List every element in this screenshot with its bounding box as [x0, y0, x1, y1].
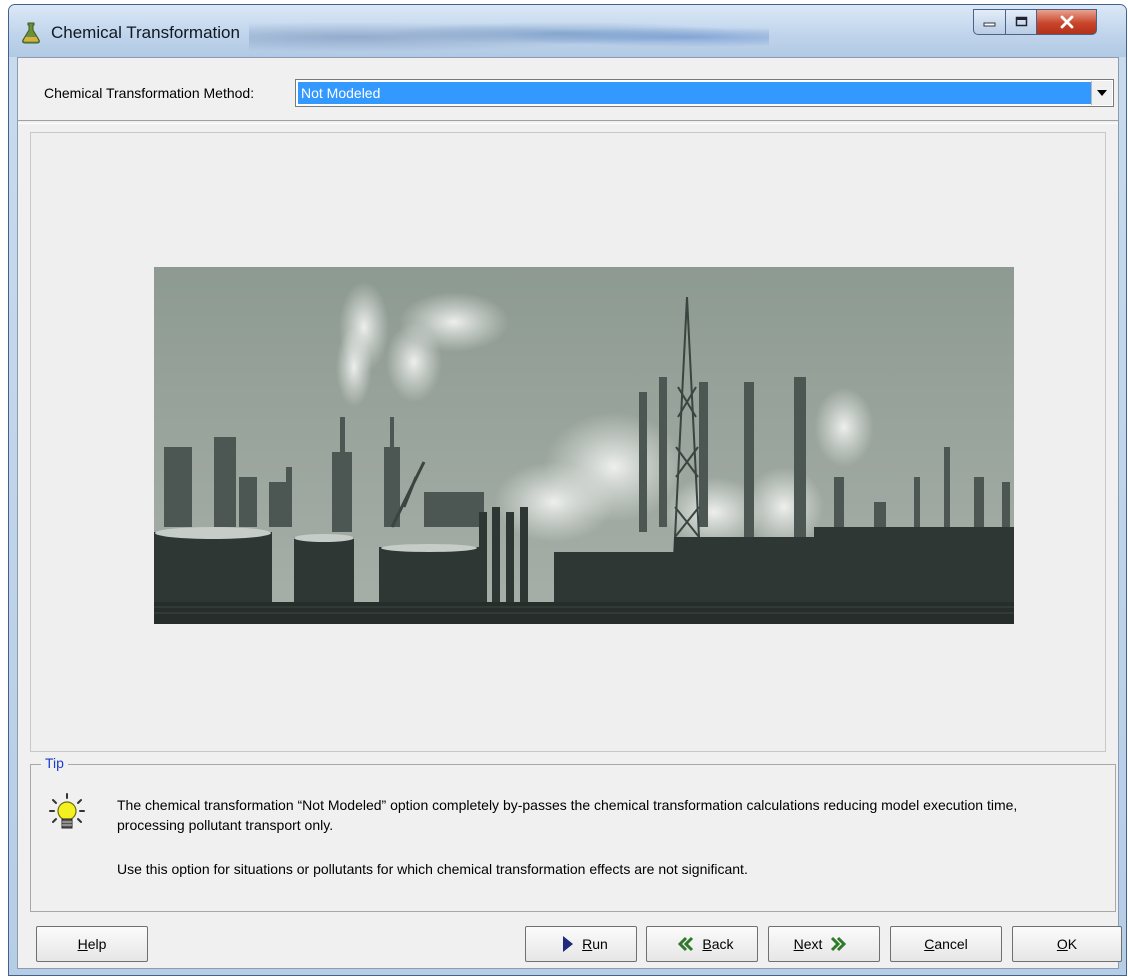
tip-legend: Tip — [41, 755, 68, 771]
tip-text-description: The chemical transformation “Not Modeled… — [117, 797, 1018, 833]
maximize-icon — [1015, 16, 1027, 27]
tip-groupbox: Tip The chemical transformation “Not Mod… — [30, 755, 1116, 912]
play-icon — [563, 936, 574, 952]
title-bar[interactable]: Chemical Transformation — [9, 5, 1126, 57]
help-button-label: Help — [77, 936, 107, 952]
industrial-refinery-photo — [154, 267, 1014, 624]
tip-text-usage: Use this option for situations or pollut… — [117, 861, 748, 877]
ok-button[interactable]: OK — [1012, 926, 1122, 962]
ok-button-label: OK — [1056, 936, 1078, 952]
title-bar-background — [249, 13, 769, 53]
double-chevron-right-icon — [831, 936, 847, 952]
dialog-window: Chemical Transformation Chemical Transfo… — [8, 4, 1127, 976]
lightbulb-icon — [49, 793, 85, 829]
close-icon — [1060, 15, 1073, 29]
minimize-icon — [983, 22, 996, 27]
dialog-content: Chemical Transformation Method: Not Mode… — [17, 57, 1122, 969]
method-select[interactable]: Not Modeled — [295, 79, 1114, 107]
chevron-down-icon — [1097, 90, 1107, 96]
next-button-label: Next — [793, 936, 823, 952]
chemistry-flask-icon — [22, 22, 40, 44]
back-button-label: Back — [702, 936, 734, 952]
help-button[interactable]: Help — [36, 926, 148, 962]
cancel-button[interactable]: Cancel — [890, 926, 1002, 962]
back-button[interactable]: Back — [646, 926, 758, 962]
double-chevron-left-icon — [678, 936, 694, 952]
next-button[interactable]: Next — [768, 926, 880, 962]
method-selected-value: Not Modeled — [298, 82, 1091, 104]
separator — [18, 120, 1118, 124]
cancel-button-label: Cancel — [924, 936, 968, 952]
image-panel — [30, 132, 1106, 752]
maximize-button[interactable] — [1005, 9, 1037, 35]
window-title: Chemical Transformation — [51, 23, 240, 42]
dropdown-button[interactable] — [1091, 81, 1112, 105]
method-label: Chemical Transformation Method: — [44, 85, 255, 101]
run-button[interactable]: Run — [525, 926, 637, 962]
minimize-button[interactable] — [973, 9, 1006, 35]
run-button-label: Run — [582, 936, 608, 952]
close-button[interactable] — [1036, 9, 1097, 35]
